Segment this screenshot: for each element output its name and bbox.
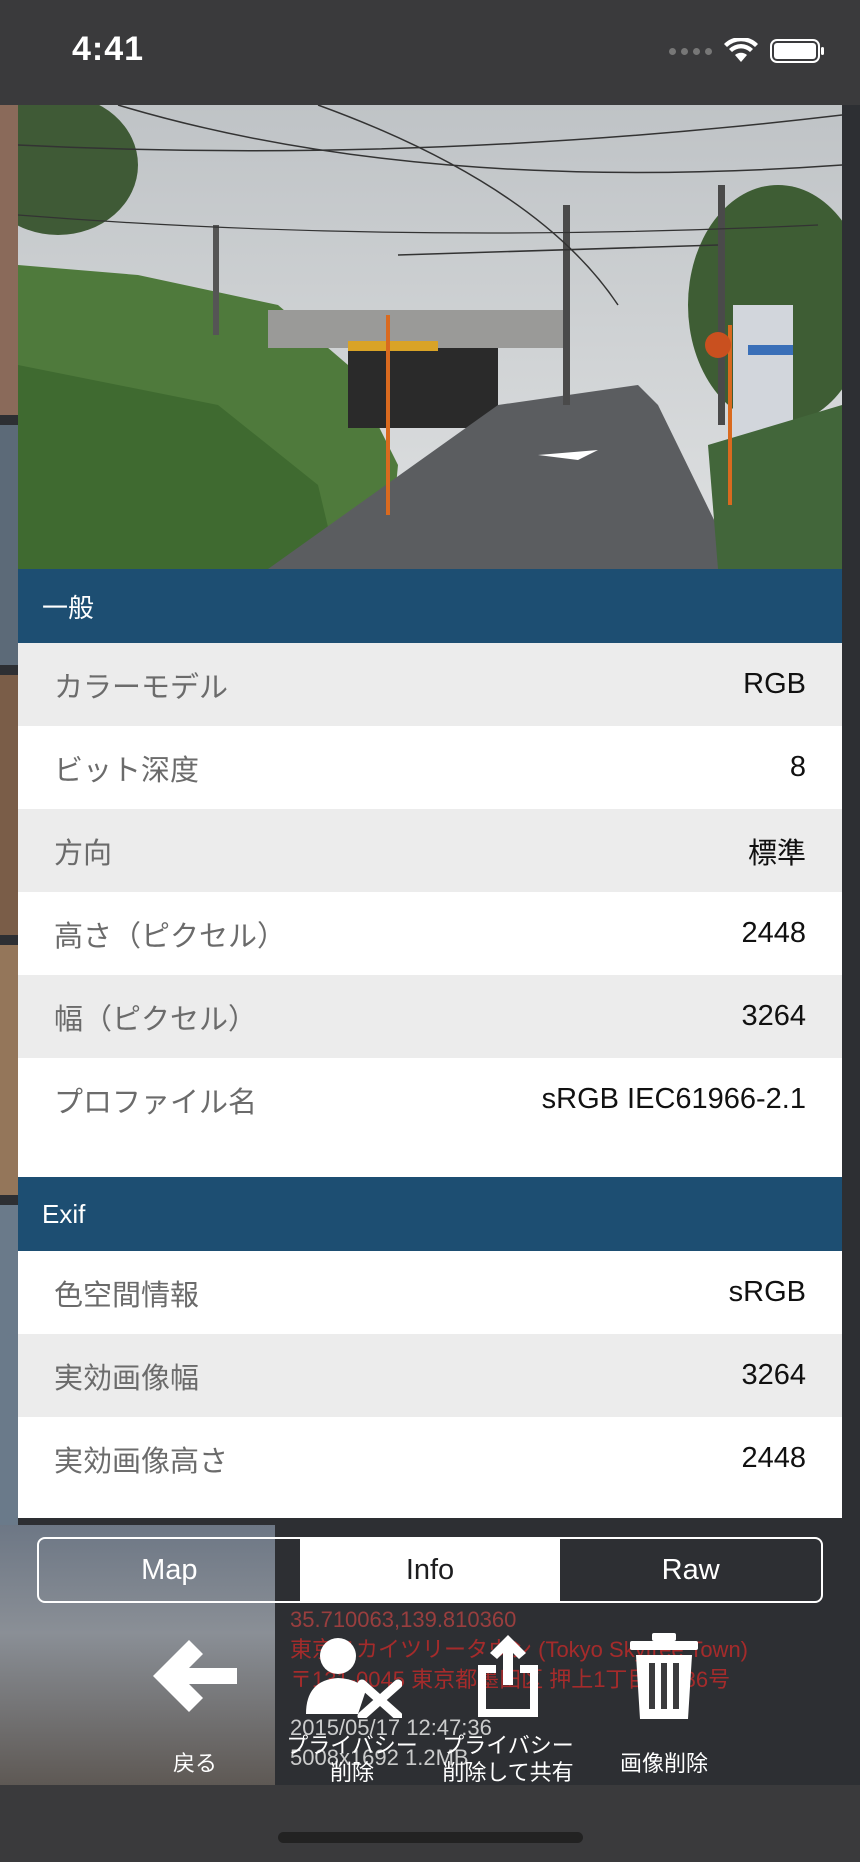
privacy-delete-button[interactable]: プライバシー 削除	[277, 1620, 427, 1786]
view-segmented-control: Map Info Raw	[37, 1537, 823, 1603]
action-toolbar: 戻る プライバシー 削除 プライバシー 削除して共有 画像削除	[0, 1620, 860, 1790]
section-header-exif: Exif	[18, 1177, 842, 1251]
info-row: カラーモデル RGB	[18, 643, 842, 726]
info-row: 実効画像幅 3264	[18, 1334, 842, 1417]
info-row: 方向 標準	[18, 809, 842, 892]
photo-preview	[18, 105, 842, 569]
gallery-thumb[interactable]	[0, 425, 18, 665]
row-label: カラーモデル	[54, 671, 229, 704]
image-info-card: 一般 カラーモデル RGB ビット深度 8 方向 標準 高さ（ピクセル） 244…	[18, 105, 842, 1518]
row-label: プロファイル名	[54, 1086, 258, 1119]
row-value: RGB	[743, 668, 806, 700]
info-row: 高さ（ピクセル） 2448	[18, 892, 842, 975]
row-label: 実効画像幅	[54, 1362, 200, 1395]
back-label: 戻る	[172, 1751, 217, 1776]
status-bar: 4:41	[0, 0, 860, 105]
row-value: 3264	[741, 1000, 806, 1032]
row-value: sRGB IEC61966-2.1	[541, 1083, 806, 1115]
row-label: 方向	[54, 837, 113, 870]
trash-icon	[628, 1620, 700, 1732]
gallery-thumb[interactable]	[0, 945, 18, 1195]
info-row: 幅（ピクセル） 3264	[18, 975, 842, 1058]
privacy-share-button[interactable]: プライバシー 削除して共有	[433, 1620, 583, 1786]
home-indicator[interactable]	[278, 1832, 583, 1843]
status-icons	[669, 38, 826, 64]
privacy-delete-label: プライバシー 削除	[286, 1733, 418, 1785]
bottom-safe-area	[0, 1785, 860, 1862]
delete-image-button[interactable]: 画像削除	[589, 1620, 739, 1777]
info-row: 実効画像高さ 2448	[18, 1417, 842, 1500]
delete-image-label: 画像削除	[619, 1751, 708, 1776]
row-label: 色空間情報	[54, 1279, 200, 1312]
row-label: 実効画像高さ	[54, 1445, 229, 1478]
row-label: 幅（ピクセル）	[54, 1003, 258, 1036]
row-value: sRGB	[728, 1276, 806, 1308]
segment-raw[interactable]: Raw	[560, 1539, 821, 1601]
row-value: 8	[789, 751, 806, 783]
info-row: プロファイル名 sRGB IEC61966-2.1	[18, 1058, 842, 1141]
cellular-signal-icon	[669, 47, 712, 55]
segment-map[interactable]: Map	[39, 1539, 300, 1601]
info-row: ビット深度 8	[18, 726, 842, 809]
row-value: 2448	[741, 1442, 806, 1474]
row-value: 標準	[747, 837, 806, 870]
row-label: 高さ（ピクセル）	[54, 920, 287, 953]
arrow-left-icon	[149, 1620, 241, 1732]
share-icon	[468, 1620, 548, 1732]
row-value: 2448	[741, 917, 806, 949]
battery-icon	[770, 39, 824, 63]
user-remove-icon	[302, 1620, 402, 1732]
info-row: 色空間情報 sRGB	[18, 1251, 842, 1334]
gallery-thumb[interactable]	[0, 675, 18, 935]
privacy-share-label: プライバシー 削除して共有	[442, 1733, 574, 1785]
row-value: 3264	[741, 1359, 806, 1391]
segment-info[interactable]: Info	[299, 1539, 561, 1601]
back-button[interactable]: 戻る	[120, 1620, 270, 1777]
gallery-thumb[interactable]	[0, 1205, 18, 1525]
wifi-icon	[724, 38, 758, 62]
gallery-thumb[interactable]	[0, 105, 18, 415]
section-header-general: 一般	[18, 569, 842, 643]
row-label: ビット深度	[54, 754, 200, 787]
status-time: 4:41	[72, 30, 145, 68]
screen: 35.710063,139.810360 東京スカイツリータウン (Tokyo …	[0, 0, 860, 1862]
